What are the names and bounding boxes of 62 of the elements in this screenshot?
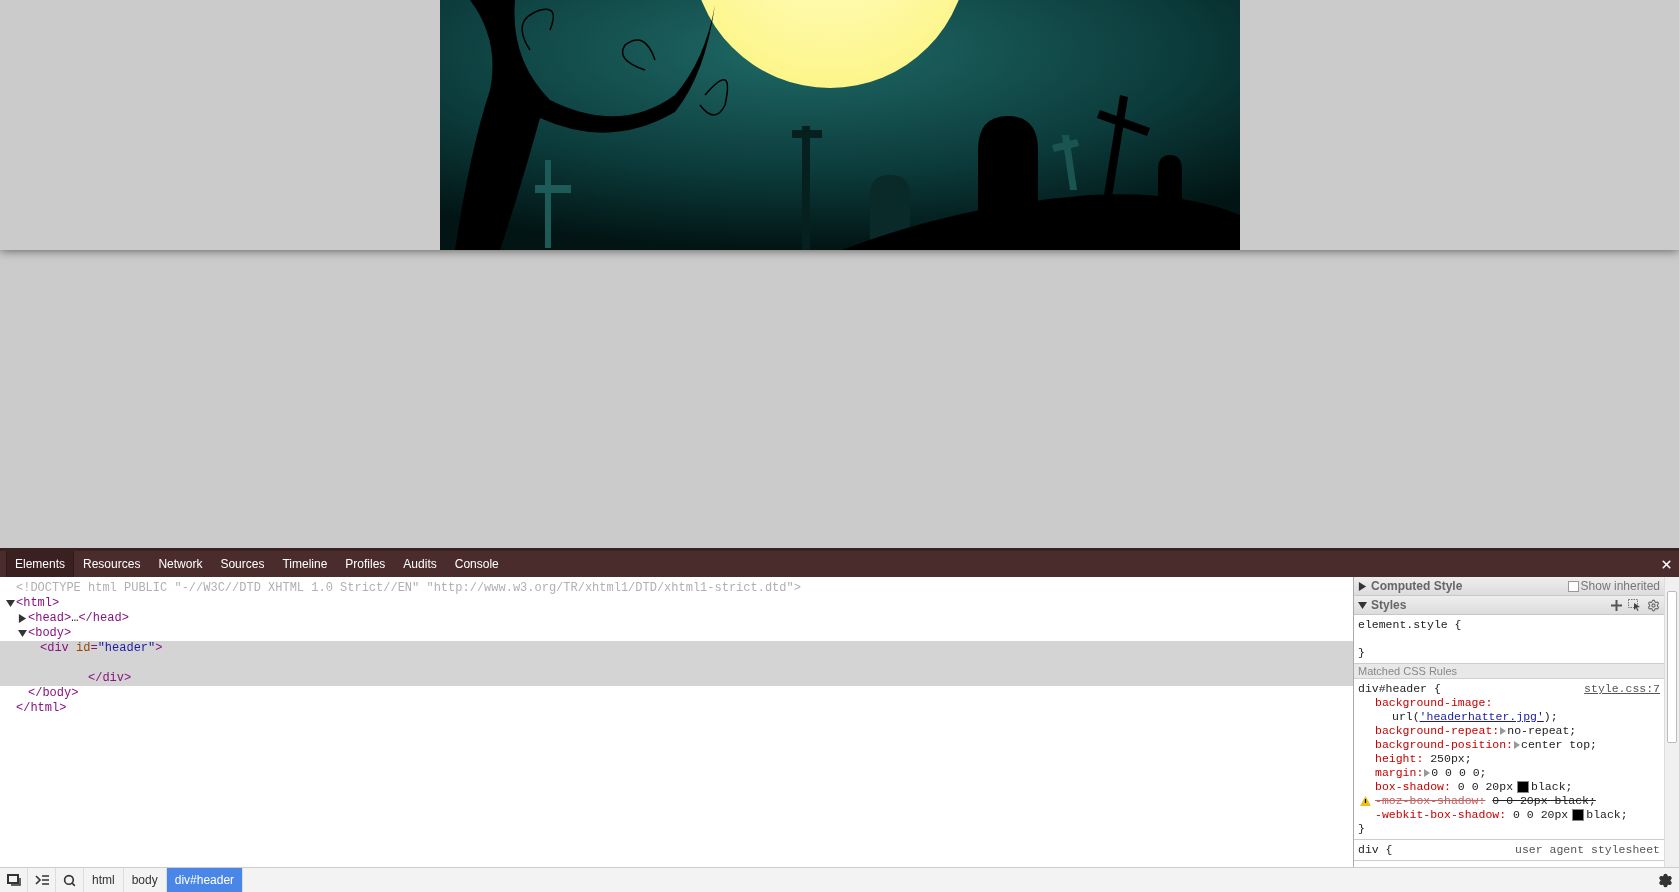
panel-tab[interactable]: Console [445, 551, 508, 577]
property-value: center top; [1521, 738, 1597, 752]
property-value: 0 0 20px [1457, 780, 1514, 794]
source-label: user agent stylesheet [1515, 843, 1660, 857]
property-value: 0 0 0 0; [1431, 766, 1487, 780]
section-title[interactable]: Computed Style [1371, 579, 1568, 593]
panel-tab[interactable]: Network [149, 551, 212, 577]
element-picker-icon[interactable] [1628, 599, 1641, 611]
expanded-triangle-icon[interactable] [1358, 600, 1367, 610]
css-selector: div { [1358, 843, 1393, 857]
color-swatch[interactable] [1572, 809, 1585, 821]
property-value: 0 0 20px [1513, 808, 1569, 822]
scrollbar[interactable] [1664, 577, 1679, 867]
breadcrumb[interactable]: html [84, 868, 124, 892]
closing-brace: } [1358, 646, 1366, 660]
expanded-triangle-icon[interactable] [18, 629, 27, 638]
source-link[interactable]: style.css:7 [1584, 682, 1660, 696]
breadcrumb[interactable]: div#header [166, 868, 244, 892]
panel-tab[interactable]: Timeline [273, 551, 337, 577]
property-value: 0 0 20px black; [1492, 794, 1596, 808]
property-name[interactable]: box-shadow: [1375, 780, 1451, 794]
closing-brace: } [1358, 822, 1366, 836]
property-value: 250px; [1430, 752, 1472, 766]
property-name[interactable]: background-repeat: [1375, 724, 1500, 738]
property-value: ); [1543, 710, 1558, 724]
property-value: black; [1531, 780, 1573, 794]
expand-triangle-icon[interactable] [1423, 769, 1432, 777]
checkbox-label: Show inherited [1580, 579, 1660, 593]
property-name[interactable]: background-position: [1375, 738, 1514, 752]
property-name[interactable]: background-image: [1375, 696, 1493, 710]
css-selector: element.style { [1358, 618, 1463, 632]
property-value: url( [1392, 710, 1420, 724]
panel-tab[interactable]: Sources [211, 551, 274, 577]
property-name[interactable]: margin: [1375, 766, 1424, 780]
panel-tab[interactable]: Elements [6, 551, 75, 577]
expand-triangle-icon[interactable] [1513, 741, 1522, 749]
section-label: Matched CSS Rules [1354, 664, 1664, 679]
property-value: no-repeat; [1507, 724, 1577, 738]
dom-node-line[interactable]: <head>…</head> [28, 611, 129, 626]
panel-tab[interactable]: Resources [74, 551, 150, 577]
panel-tab[interactable]: Audits [394, 551, 446, 577]
property-name[interactable]: -moz-box-shadow: [1375, 794, 1486, 808]
dom-node-line[interactable]: </body> [28, 686, 79, 701]
dom-node-line[interactable]: <div id="header"> [40, 641, 163, 656]
dom-node-line[interactable]: <html> [16, 596, 60, 611]
collapsed-triangle-icon[interactable] [1358, 581, 1367, 591]
dom-node-line[interactable]: </html> [16, 701, 67, 716]
expand-triangle-icon[interactable] [1499, 727, 1508, 735]
property-value: black; [1586, 808, 1628, 822]
breadcrumb[interactable]: body [123, 868, 167, 892]
property-name[interactable]: -webkit-box-shadow: [1375, 808, 1507, 822]
expanded-triangle-icon[interactable] [6, 599, 15, 608]
color-swatch[interactable] [1517, 781, 1530, 793]
checkbox[interactable] [1567, 580, 1579, 592]
property-name[interactable]: height: [1375, 752, 1424, 766]
collapsed-triangle-icon[interactable] [18, 614, 27, 623]
panel-tab[interactable]: Profiles [336, 551, 395, 577]
url-link[interactable]: 'headerhatter.jpg' [1419, 710, 1544, 724]
dom-node-line[interactable]: <body> [28, 626, 72, 641]
css-selector: div#header { [1358, 682, 1441, 696]
dom-node-line[interactable]: </div> [88, 671, 132, 686]
plus-icon[interactable] [1611, 599, 1622, 611]
